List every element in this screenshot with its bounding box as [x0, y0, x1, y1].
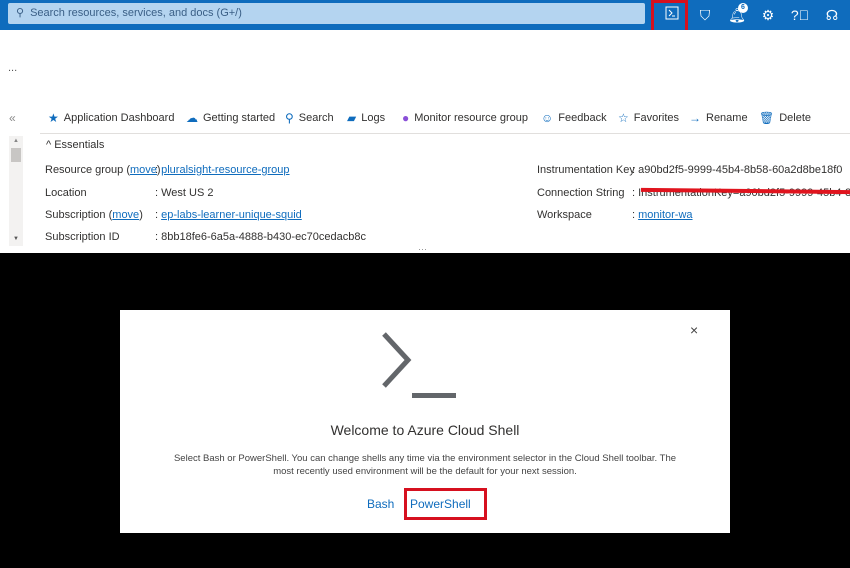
scrollbar-thumb[interactable] [11, 148, 21, 162]
toolbar-label: Getting started [203, 112, 276, 124]
move-link[interactable]: move [130, 164, 157, 176]
dialog-title: Welcome to Azure Cloud Shell [330, 422, 520, 438]
feedback-icon[interactable]: ☊ [822, 5, 842, 25]
delete-icon: 🗑 [759, 111, 775, 125]
connection-string-label: Connection String [537, 187, 625, 199]
essentials-toggle[interactable]: ^ Essentials [46, 139, 104, 151]
toolbar-favorites[interactable]: ☆ Favorites [618, 111, 679, 125]
toolbar-logs[interactable]: ▰ Logs [347, 111, 385, 125]
close-icon[interactable]: × [690, 322, 698, 338]
location-label: Location [45, 187, 87, 199]
toolbar-application-dashboard[interactable]: ★ Application Dashboard [48, 111, 174, 125]
location-value: : West US 2 [155, 187, 214, 199]
workspace-label: Workspace [537, 209, 592, 221]
toolbar-rename[interactable]: → Rename [689, 111, 748, 125]
resource-group-value: : pluralsight-resource-group [155, 164, 290, 176]
resource-group-label: Resource group (move) [45, 164, 161, 176]
divider [40, 133, 850, 134]
dialog-description: Select Bash or PowerShell. You can chang… [173, 453, 677, 477]
application-dashboard-icon: ★ [48, 111, 59, 125]
subscription-id-value: : 8bb18fe6-6a5a-4888-b430-ec70cedacb8c [155, 231, 367, 243]
instrumentation-key-label: Instrumentation Key [537, 164, 635, 176]
directory-filter-icon[interactable]: ⛉ [695, 5, 715, 25]
toolbar-monitor-resource-group[interactable]: ● Monitor resource group [402, 111, 528, 125]
terminal-icon [382, 332, 456, 398]
search-icon: ⚲ [16, 7, 25, 19]
toolbar-search[interactable]: ⚲ Search [285, 111, 334, 125]
toolbar-label: Feedback [558, 112, 607, 124]
more-button[interactable]: ... [8, 62, 17, 74]
workspace-value: : monitor-wa [632, 209, 693, 221]
subscription-id-label: Subscription ID [45, 231, 120, 243]
search-placeholder: Search resources, services, and docs (G+… [30, 7, 242, 19]
notification-badge: 6 [738, 3, 748, 13]
subscription-label: Subscription (move) [45, 209, 143, 221]
chevron-up-icon: ^ [46, 139, 55, 151]
collapse-menu-button[interactable]: « [9, 111, 16, 125]
favorites-icon: ☆ [618, 111, 629, 125]
resource-group-link[interactable]: pluralsight-resource-group [161, 164, 289, 176]
bash-button[interactable]: Bash [367, 497, 394, 511]
instrumentation-key-value: : a90bd2f5-9999-45b4-8b58-60a2d8be18f0 [632, 164, 843, 176]
toolbar-label: Favorites [633, 112, 680, 124]
highlight-box [404, 488, 487, 520]
settings-icon[interactable]: ⚙ [758, 5, 778, 25]
toolbar-label: Search [298, 112, 334, 124]
toolbar-feedback[interactable]: ☺ Feedback [541, 111, 607, 125]
subscription-value: : ep-labs-learner-unique-squid [155, 209, 302, 221]
search-icon: ⚲ [285, 111, 294, 125]
rename-icon: → [689, 111, 701, 125]
feedback-icon: ☺ [541, 111, 554, 125]
move-link[interactable]: move [112, 209, 139, 221]
subscription-link[interactable]: ep-labs-learner-unique-squid [161, 209, 302, 221]
scroll-up-icon[interactable]: ▲ [13, 138, 19, 144]
getting-started-icon: ☁ [186, 111, 198, 125]
toolbar-getting-started[interactable]: ☁ Getting started [186, 111, 275, 125]
toolbar-delete[interactable]: 🗑 Delete [759, 111, 811, 125]
toolbar-label: Rename [706, 112, 748, 124]
monitor-resource-group-icon: ● [402, 111, 410, 125]
toolbar-label: Application Dashboard [63, 112, 175, 124]
logs-icon: ▰ [347, 111, 357, 125]
toolbar-label: Monitor resource group [414, 112, 528, 124]
toolbar-label: Logs [361, 112, 386, 124]
resize-handle[interactable]: ··· [418, 244, 427, 254]
help-icon[interactable]: ?⃝ [790, 5, 810, 25]
essentials-title: Essentials [54, 139, 105, 151]
highlight-box [651, 0, 688, 33]
scroll-down-icon[interactable]: ▼ [13, 236, 19, 242]
workspace-link[interactable]: monitor-wa [638, 209, 692, 221]
search-input[interactable]: ⚲ Search resources, services, and docs (G… [8, 3, 645, 24]
toolbar-label: Delete [779, 112, 812, 124]
